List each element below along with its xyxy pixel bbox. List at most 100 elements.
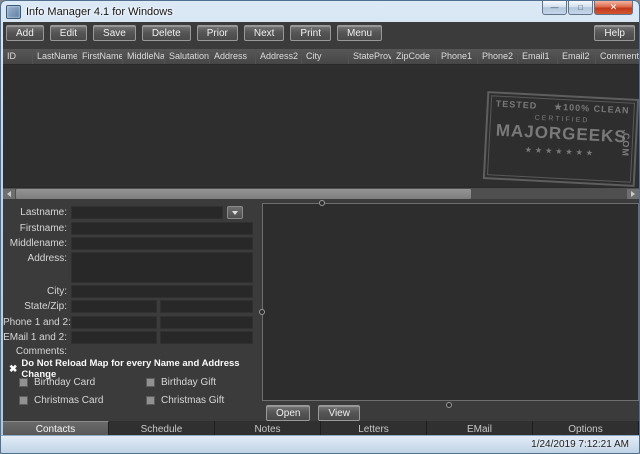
column-header-middlename[interactable]: MiddleName — [123, 49, 165, 64]
zip-input[interactable] — [160, 300, 253, 313]
state-input[interactable] — [71, 300, 157, 313]
chevron-down-icon — [232, 210, 238, 215]
field-row-middlename: Middlename: — [3, 237, 259, 251]
phone1-input[interactable] — [71, 316, 157, 329]
phone2-input[interactable] — [160, 316, 253, 329]
birthday-card-checkbox[interactable] — [19, 378, 28, 387]
column-header-zipcode[interactable]: ZipCode — [392, 49, 437, 64]
christmas-card-checkbox[interactable] — [19, 396, 28, 405]
birthday-card-label: Birthday Card — [34, 377, 96, 388]
christmas-gift-checkbox[interactable] — [146, 396, 155, 405]
column-header-address2[interactable]: Address2 — [256, 49, 302, 64]
edit-button[interactable]: Edit — [49, 25, 88, 41]
maximize-button[interactable]: □ — [568, 1, 593, 15]
menu-button[interactable]: Menu — [336, 25, 382, 41]
column-header-stateprov[interactable]: StateProv — [349, 49, 392, 64]
column-header-salutation[interactable]: Salutation — [165, 49, 210, 64]
horizontal-scrollbar[interactable] — [3, 187, 639, 199]
birthday-card-option[interactable]: Birthday Card — [19, 377, 95, 388]
scroll-left-button[interactable] — [3, 189, 15, 199]
column-header-firstname[interactable]: FirstName — [78, 49, 123, 64]
client-area: Add Edit Save Delete Prior Next Print Me… — [3, 22, 639, 437]
scroll-right-button[interactable] — [627, 189, 639, 199]
app-window: Info Manager 4.1 for Windows — □ ✕ Add E… — [0, 0, 640, 454]
christmas-gift-label: Christmas Gift — [161, 395, 225, 406]
field-row-city: City: — [3, 285, 259, 299]
map-resize-handle-top[interactable] — [319, 200, 325, 206]
scroll-left-icon — [7, 191, 11, 197]
majorgeeks-watermark-inner: TESTED ★100% CLEAN CERTIFIED MAJORGEEKS … — [487, 95, 635, 183]
view-button[interactable]: View — [318, 405, 360, 421]
scrollbar-thumb[interactable] — [16, 189, 471, 199]
datetime-display: 1/24/2019 7:12:21 AM — [531, 439, 629, 450]
christmas-gift-option[interactable]: Christmas Gift — [146, 395, 224, 406]
map-panel[interactable] — [262, 203, 639, 401]
map-resize-handle-bottom[interactable] — [446, 402, 452, 408]
save-button[interactable]: Save — [93, 25, 136, 41]
watermark-clean-text: ★100% CLEAN — [553, 101, 630, 116]
column-header-city[interactable]: City — [302, 49, 349, 64]
lastname-input[interactable] — [71, 206, 223, 219]
field-row-address: Address: — [3, 252, 259, 284]
toolbar: Add Edit Save Delete Prior Next Print Me… — [6, 25, 382, 41]
birthday-gift-checkbox[interactable] — [146, 378, 155, 387]
print-button[interactable]: Print — [290, 25, 331, 41]
address-input[interactable] — [71, 252, 253, 283]
grid-column-headers: ID LastName FirstName MiddleName Salutat… — [3, 49, 639, 65]
titlebar[interactable]: Info Manager 4.1 for Windows — □ ✕ — [1, 1, 639, 22]
open-button[interactable]: Open — [266, 405, 311, 421]
christmas-card-option[interactable]: Christmas Card — [19, 395, 103, 406]
birthday-gift-label: Birthday Gift — [161, 377, 217, 388]
email2-input[interactable] — [160, 331, 253, 344]
maximize-icon: □ — [578, 3, 583, 12]
app-icon — [6, 4, 21, 19]
delete-button[interactable]: Delete — [141, 25, 191, 41]
add-button[interactable]: Add — [6, 25, 44, 41]
city-label: City: — [47, 286, 67, 297]
column-header-lastname[interactable]: LastName — [33, 49, 78, 64]
column-header-id[interactable]: ID — [3, 49, 33, 64]
address-label: Address: — [27, 253, 67, 264]
map-buttons: Open View — [266, 405, 360, 421]
next-button[interactable]: Next — [243, 25, 285, 41]
firstname-label: Firstname: — [19, 223, 67, 234]
column-header-email1[interactable]: Email1 — [518, 49, 558, 64]
comments-label: Comments: — [15, 346, 67, 357]
middlename-input[interactable] — [71, 237, 253, 250]
state-zip-label: State/Zip: — [24, 301, 67, 312]
field-row-firstname: Firstname: — [3, 222, 259, 236]
map-resize-handle-left[interactable] — [259, 309, 265, 315]
close-button[interactable]: ✕ — [594, 1, 633, 15]
field-row-emails: EMail 1 and 2: — [3, 331, 259, 345]
checked-x-icon: ✖ — [9, 363, 18, 375]
column-header-phone2[interactable]: Phone2 — [478, 49, 518, 64]
christmas-card-label: Christmas Card — [34, 395, 104, 406]
majorgeeks-watermark: TESTED ★100% CLEAN CERTIFIED MAJORGEEKS … — [482, 91, 639, 187]
phones-label: Phone 1 and 2: — [3, 317, 71, 328]
middlename-label: Middlename: — [9, 238, 67, 249]
prior-button[interactable]: Prior — [196, 25, 238, 41]
minimize-button[interactable]: — — [542, 1, 567, 15]
firstname-input[interactable] — [71, 222, 253, 235]
column-header-email2[interactable]: Email2 — [558, 49, 596, 64]
watermark-tested-text: TESTED — [495, 98, 538, 111]
emails-label: EMail 1 and 2: — [3, 332, 67, 343]
scroll-right-icon — [631, 191, 635, 197]
field-row-comments: Comments: — [3, 345, 259, 359]
statusbar: 1/24/2019 7:12:21 AM — [1, 435, 639, 453]
column-header-phone1[interactable]: Phone1 — [437, 49, 478, 64]
help-button[interactable]: Help — [594, 25, 635, 41]
field-row-state-zip: State/Zip: — [3, 300, 259, 314]
window-title: Info Manager 4.1 for Windows — [26, 5, 173, 18]
field-row-lastname: Lastname: — [3, 206, 259, 220]
lastname-dropdown-button[interactable] — [227, 206, 243, 219]
column-header-comments[interactable]: Comments — [596, 49, 639, 64]
record-grid[interactable]: TESTED ★100% CLEAN CERTIFIED MAJORGEEKS … — [3, 65, 639, 187]
birthday-gift-option[interactable]: Birthday Gift — [146, 377, 216, 388]
lastname-label: Lastname: — [20, 207, 67, 218]
email1-input[interactable] — [71, 331, 157, 344]
minimize-icon: — — [550, 3, 559, 12]
field-row-phones: Phone 1 and 2: — [3, 316, 259, 330]
column-header-address[interactable]: Address — [210, 49, 256, 64]
city-input[interactable] — [71, 285, 253, 298]
